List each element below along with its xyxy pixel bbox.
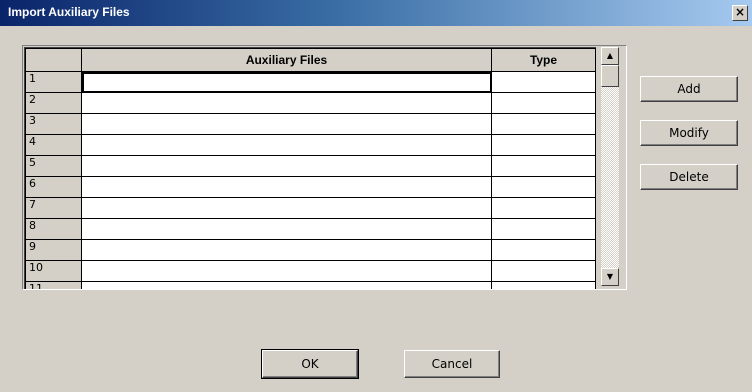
type-cell[interactable] [491, 218, 596, 240]
grid-table: Auxiliary Files Type 1 2 3 4 5 6 7 8 9 10 11 [25, 48, 596, 289]
row-number[interactable]: 4 [25, 134, 82, 156]
type-cell[interactable] [491, 176, 596, 198]
column-header-auxiliary-files[interactable]: Auxiliary Files [81, 48, 492, 72]
arrow-down-icon: ▼ [606, 272, 614, 281]
table-row[interactable]: 2 [25, 92, 596, 114]
table-row[interactable]: 4 [25, 134, 596, 156]
table-row[interactable]: 9 [25, 239, 596, 261]
row-number[interactable]: 11 [25, 281, 82, 289]
auxiliary-file-cell[interactable] [81, 155, 492, 177]
row-number[interactable]: 2 [25, 92, 82, 114]
type-cell[interactable] [491, 197, 596, 219]
type-cell[interactable] [491, 239, 596, 261]
close-icon: × [734, 5, 746, 19]
auxiliary-file-cell[interactable] [81, 176, 492, 198]
row-number[interactable]: 3 [25, 113, 82, 135]
corner-header [25, 48, 82, 72]
row-number[interactable]: 5 [25, 155, 82, 177]
arrow-up-icon: ▲ [606, 51, 614, 60]
type-cell[interactable] [491, 134, 596, 156]
cancel-button[interactable]: Cancel [404, 350, 500, 378]
auxiliary-file-cell[interactable] [81, 260, 492, 282]
type-cell[interactable] [491, 260, 596, 282]
auxiliary-file-cell[interactable] [81, 113, 492, 135]
table-row[interactable]: 3 [25, 113, 596, 135]
auxiliary-file-cell[interactable] [81, 197, 492, 219]
scroll-up-button[interactable]: ▲ [601, 47, 619, 65]
table-row[interactable]: 7 [25, 197, 596, 219]
table-row[interactable]: 1 [25, 71, 596, 93]
row-number[interactable]: 1 [25, 71, 82, 93]
column-header-type[interactable]: Type [491, 48, 596, 72]
row-number[interactable]: 6 [25, 176, 82, 198]
table-row[interactable]: 5 [25, 155, 596, 177]
auxiliary-file-cell[interactable] [81, 71, 492, 93]
type-cell[interactable] [491, 155, 596, 177]
title-bar[interactable]: Import Auxiliary Files × [0, 0, 752, 26]
row-number[interactable]: 8 [25, 218, 82, 240]
type-cell[interactable] [491, 113, 596, 135]
ok-button[interactable]: OK [261, 349, 359, 379]
auxiliary-file-cell[interactable] [81, 281, 492, 289]
row-number[interactable]: 9 [25, 239, 82, 261]
auxiliary-files-grid: Auxiliary Files Type 1 2 3 4 5 6 7 8 9 10 11 ▲ ▼ [22, 45, 627, 290]
grid-viewport: Auxiliary Files Type 1 2 3 4 5 6 7 8 9 10 11 [24, 47, 596, 289]
modify-button[interactable]: Modify [640, 120, 738, 146]
type-cell[interactable] [491, 92, 596, 114]
scroll-thumb[interactable] [601, 65, 619, 87]
row-number[interactable]: 7 [25, 197, 82, 219]
auxiliary-file-cell[interactable] [81, 239, 492, 261]
grid-header-row: Auxiliary Files Type [25, 48, 596, 72]
scroll-down-button[interactable]: ▼ [601, 268, 619, 286]
auxiliary-file-cell[interactable] [81, 92, 492, 114]
auxiliary-file-cell[interactable] [81, 134, 492, 156]
table-row[interactable]: 11 [25, 281, 596, 289]
table-row[interactable]: 10 [25, 260, 596, 282]
row-number[interactable]: 10 [25, 260, 82, 282]
vertical-scrollbar[interactable]: ▲ ▼ [601, 47, 619, 286]
add-button[interactable]: Add [640, 76, 738, 102]
table-row[interactable]: 8 [25, 218, 596, 240]
type-cell[interactable] [491, 71, 596, 93]
table-row[interactable]: 6 [25, 176, 596, 198]
dialog-title: Import Auxiliary Files [8, 5, 130, 19]
import-auxiliary-files-dialog: Import Auxiliary Files × Auxiliary Files… [0, 0, 752, 392]
auxiliary-file-cell[interactable] [81, 218, 492, 240]
close-button[interactable]: × [732, 5, 748, 21]
delete-button[interactable]: Delete [640, 164, 738, 190]
type-cell[interactable] [491, 281, 596, 289]
